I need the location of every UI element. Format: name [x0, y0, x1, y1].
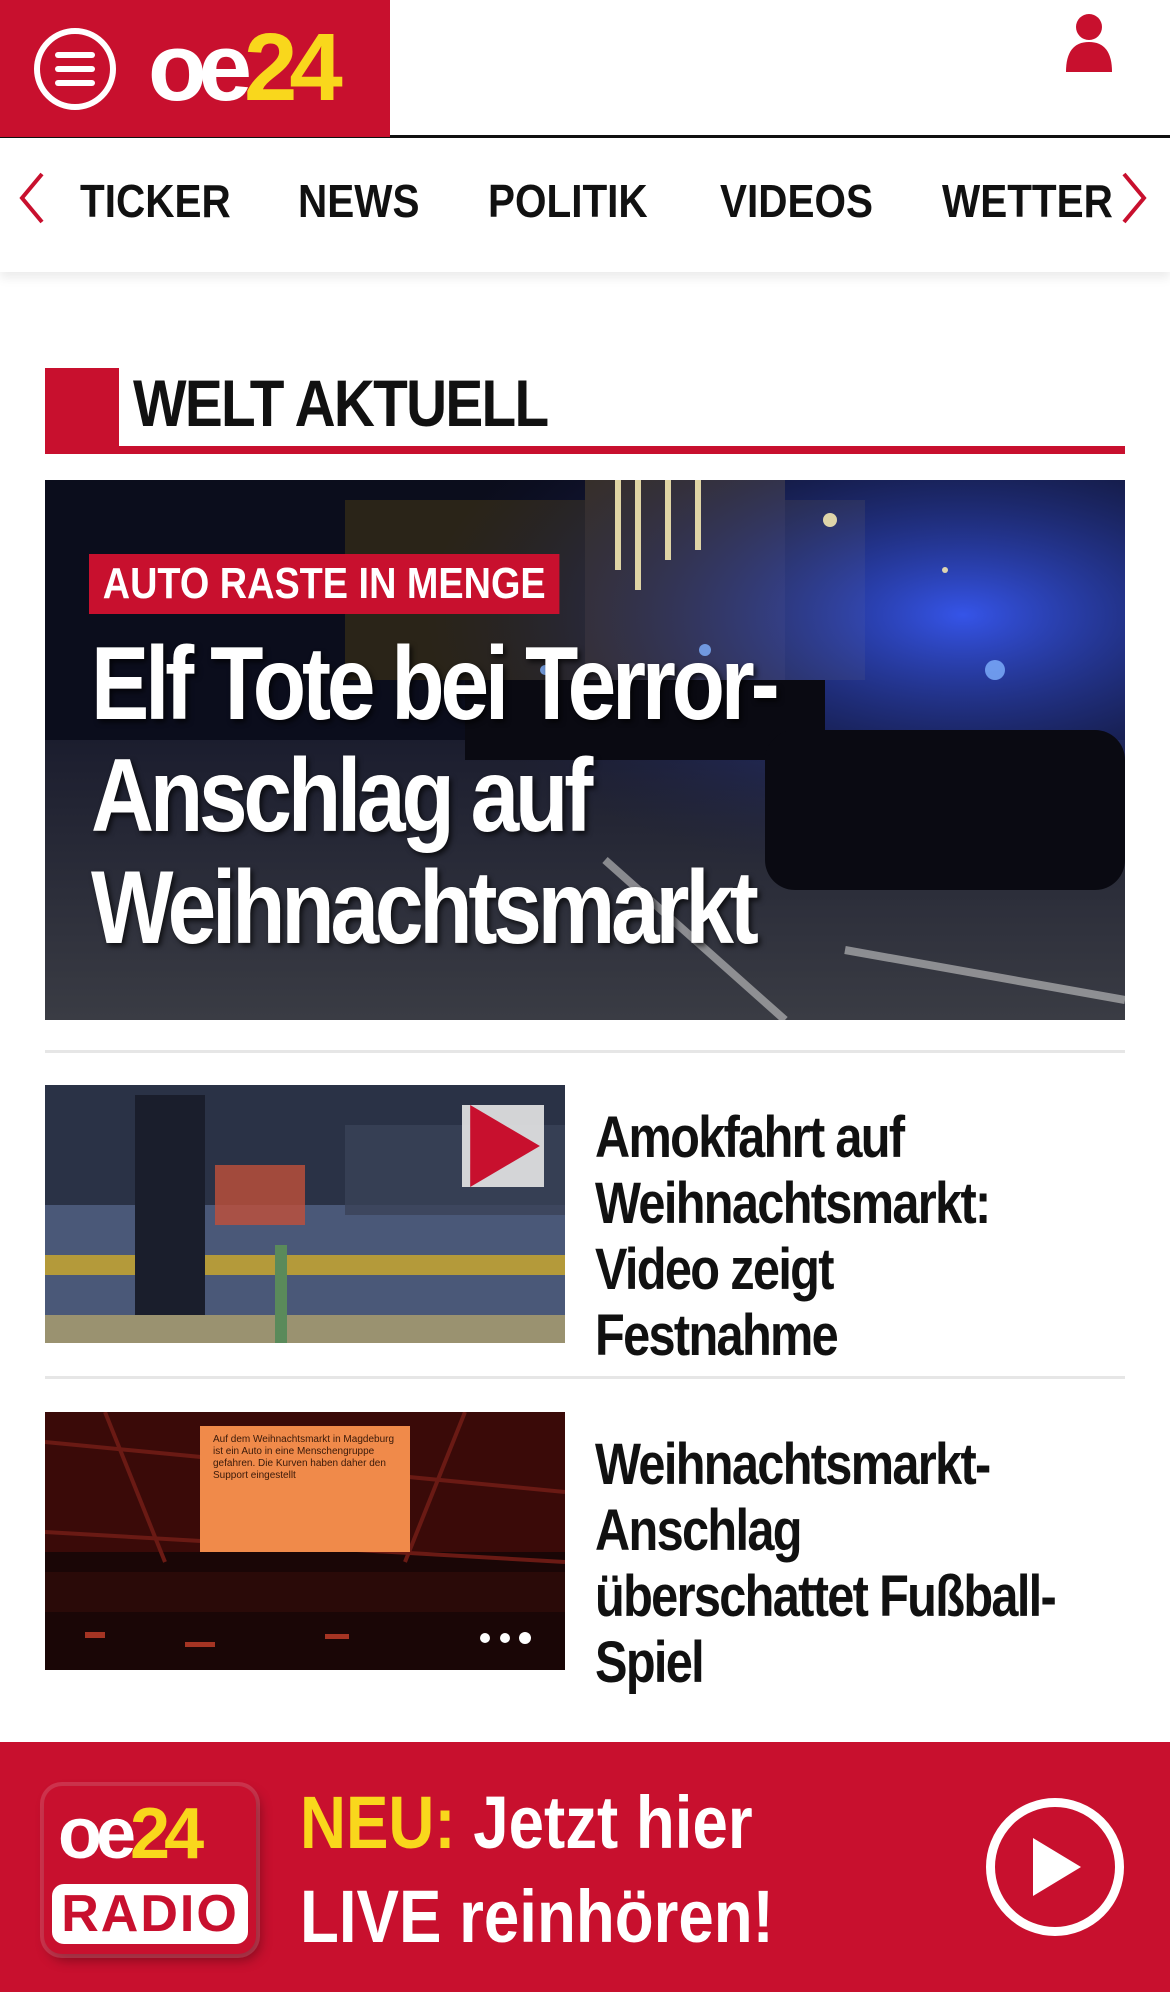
oe24-logo[interactable]: oe24: [148, 18, 343, 118]
user-icon[interactable]: [1064, 12, 1114, 72]
radio-highlight: NEU:: [300, 1781, 456, 1864]
article-item[interactable]: Auf dem Weihnachtsmarkt in Magdeburg ist…: [45, 1412, 1125, 1695]
article-thumbnail[interactable]: Auf dem Weihnachtsmarkt in Magdeburg ist…: [45, 1412, 565, 1670]
play-circle-icon[interactable]: [986, 1798, 1124, 1936]
radio-promo-text: NEU: Jetzt hier LIVE reinhören!: [300, 1776, 774, 1964]
article-item[interactable]: Amokfahrt auf Weihnachtsmarkt: Video zei…: [45, 1085, 1125, 1368]
article-title[interactable]: Amokfahrt auf Weihnachtsmarkt: Video zei…: [595, 1105, 1065, 1369]
chevron-left-icon[interactable]: [14, 168, 50, 228]
article-title[interactable]: Weihnachtsmarkt-Anschlag überschattet Fu…: [595, 1432, 1065, 1696]
stadium-screen-text: Auf dem Weihnachtsmarkt in Magdeburg ist…: [213, 1434, 395, 1481]
chevron-right-icon[interactable]: [1116, 168, 1152, 228]
hero-kicker: AUTO RASTE IN MENGE: [89, 554, 560, 614]
play-button[interactable]: [462, 1105, 544, 1187]
radio-line1: Jetzt hier: [473, 1781, 753, 1864]
nav-item-ticker[interactable]: TICKER: [80, 174, 231, 228]
brand-area: oe24: [0, 0, 390, 137]
oe24-radio-logo: oe24 RADIO: [44, 1786, 256, 1954]
nav-item-wetter[interactable]: WETTER: [942, 174, 1113, 228]
section-accent-block: [45, 368, 119, 452]
category-nav: TICKER NEWS POLITIK VIDEOS WETTER: [0, 138, 1170, 272]
nav-item-news[interactable]: NEWS: [298, 174, 419, 228]
divider: [45, 1376, 1125, 1379]
section-underline: [45, 446, 1125, 454]
radio-label: RADIO: [52, 1884, 248, 1944]
radio-banner[interactable]: oe24 RADIO NEU: Jetzt hier LIVE reinhöre…: [0, 1742, 1170, 1992]
radio-line2: LIVE reinhören!: [300, 1875, 774, 1958]
top-header: oe24: [0, 0, 1170, 138]
section-title[interactable]: WELT AKTUELL: [133, 368, 549, 438]
nav-item-videos[interactable]: VIDEOS: [720, 174, 873, 228]
hamburger-menu-icon[interactable]: [34, 28, 116, 110]
divider: [45, 1050, 1125, 1053]
hero-article[interactable]: AUTO RASTE IN MENGE Elf Tote bei Terror-…: [45, 480, 1125, 1020]
section-heading: WELT AKTUELL: [45, 368, 1125, 456]
nav-item-politik[interactable]: POLITIK: [488, 174, 648, 228]
article-thumbnail[interactable]: [45, 1085, 565, 1343]
play-icon: [470, 1105, 540, 1187]
play-icon: [1033, 1838, 1081, 1896]
hero-headline[interactable]: Elf Tote bei Terror-Anschlag auf Weihnac…: [91, 628, 931, 964]
